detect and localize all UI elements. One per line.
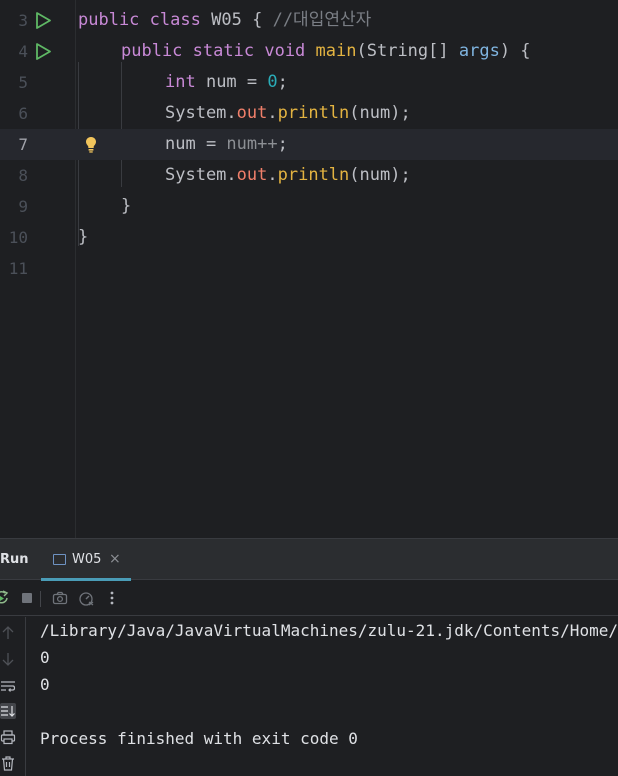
code-editor[interactable]: 3 public class W05 { //대입연산자 4 public st… [0,0,618,538]
code-line-11[interactable]: 11 [0,253,618,284]
code-line-8[interactable]: 8 System.out.println(num); [0,160,618,191]
scroll-up-icon[interactable] [0,625,16,641]
line-number: 10 [8,228,28,247]
run-panel-title: Run [0,552,29,567]
line-number: 5 [18,73,28,92]
code-text: public static void main(String[] args) { [121,41,531,61]
camera-icon[interactable] [52,590,68,606]
scroll-down-icon[interactable] [0,651,16,667]
code-line-7[interactable]: 7 num = num++; [0,129,618,160]
run-icon[interactable] [34,11,52,30]
run-config-icon [53,554,66,565]
code-text: int num = 0; [165,72,288,92]
code-text: } [78,227,89,247]
code-text: num = num++; [165,134,288,154]
code-comment: //대입연산자 [272,10,372,30]
soft-wrap-icon[interactable] [0,678,16,694]
line-number: 9 [18,197,28,216]
console-side-toolbar [0,617,26,776]
code-line-3[interactable]: 3 public class W05 { //대입연산자 [0,5,618,36]
code-line-5[interactable]: 5 int num = 0; [0,67,618,98]
run-tool-window: Run W05 × /Library/Java/JavaVirtualMachi… [0,538,618,776]
console-line: /Library/Java/JavaVirtualMachines/zulu-2… [40,621,618,640]
tab-w05[interactable]: W05 × [41,539,131,581]
line-number: 11 [8,259,28,278]
rerun-icon[interactable] [0,590,10,606]
code-line-4[interactable]: 4 public static void main(String[] args)… [0,36,618,67]
line-number: 3 [18,11,28,30]
code-line-10[interactable]: 10 } [0,222,618,253]
code-text: System.out.println(num); [165,103,411,123]
stop-icon[interactable] [19,590,35,606]
run-icon[interactable] [34,42,52,61]
line-number: 8 [18,166,28,185]
line-number: 6 [18,104,28,123]
console-output[interactable]: /Library/Java/JavaVirtualMachines/zulu-2… [40,617,618,776]
more-icon[interactable] [104,590,120,606]
console-line: 0 [40,675,50,694]
code-text: System.out.println(num); [165,165,411,185]
scroll-to-end-icon[interactable] [0,703,16,719]
code-line-6[interactable]: 6 System.out.println(num); [0,98,618,129]
code-text: public class W05 { //대입연산자 [78,10,372,30]
tab-label: W05 [72,552,102,567]
run-tab-bar: Run W05 × [0,539,618,581]
profiler-icon[interactable] [78,590,94,606]
trash-icon[interactable] [0,755,16,771]
run-toolbar [0,581,618,616]
line-number: 4 [18,42,28,61]
toolbar-divider [40,591,41,607]
code-text: } [121,196,132,216]
close-icon[interactable]: × [109,539,121,580]
line-number: 7 [18,135,28,154]
console-line: 0 [40,648,50,667]
code-line-9[interactable]: 9 } [0,191,618,222]
console-line: Process finished with exit code 0 [40,729,358,748]
lightbulb-icon[interactable] [84,135,98,154]
print-icon[interactable] [0,729,16,745]
